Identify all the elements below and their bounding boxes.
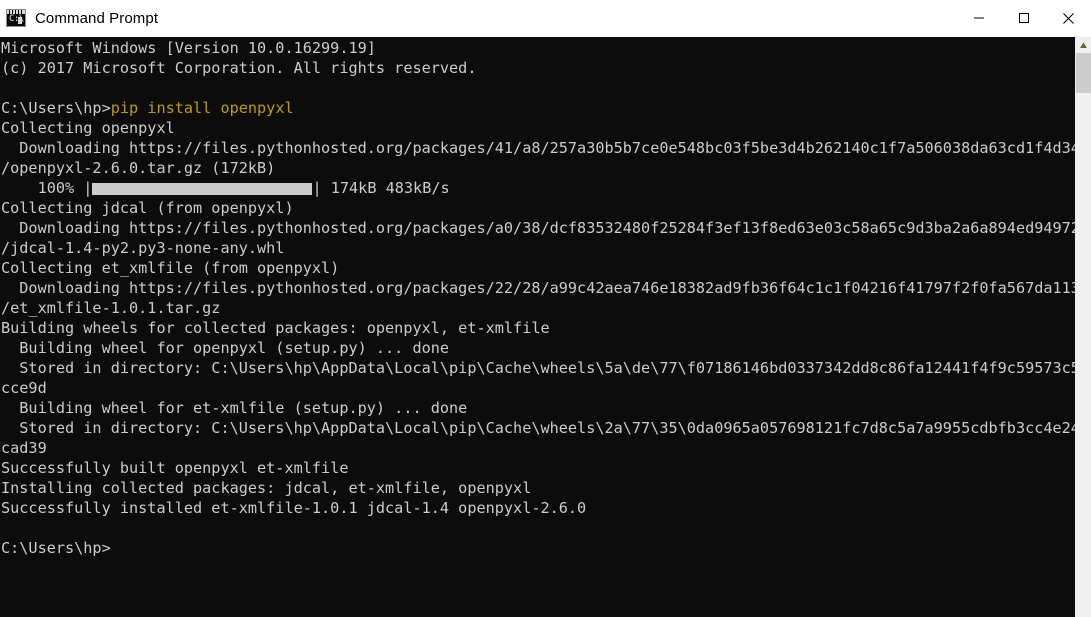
console-line: cce9d — [1, 378, 1075, 398]
maximize-icon — [1018, 13, 1029, 23]
scroll-up-button[interactable] — [1076, 37, 1091, 53]
console-line — [1, 78, 1075, 98]
window-controls — [956, 0, 1091, 36]
console-line-text: Successfully installed et-xmlfile-1.0.1 … — [1, 499, 587, 517]
command-prompt-window: C:\ Command Prompt Microsoft Windows [Ve… — [0, 0, 1091, 617]
console-line: (c) 2017 Microsoft Corporation. All righ… — [1, 58, 1075, 78]
window-title: Command Prompt — [35, 9, 159, 27]
console-line-text: cad39 — [1, 439, 47, 457]
console-line-text: Building wheel for openpyxl (setup.py) .… — [1, 339, 450, 357]
console-line: Stored in directory: C:\Users\hp\AppData… — [1, 358, 1075, 378]
console-line-text: Building wheels for collected packages: … — [1, 319, 550, 337]
console-line: /jdcal-1.4-py2.py3-none-any.whl — [1, 238, 1075, 258]
cmd-icon-caret — [18, 17, 22, 24]
console-line-text: (c) 2017 Microsoft Corporation. All righ… — [1, 59, 477, 77]
console-line-text: Collecting openpyxl — [1, 119, 175, 137]
console-line: Stored in directory: C:\Users\hp\AppData… — [1, 418, 1075, 438]
console-line: /et_xmlfile-1.0.1.tar.gz — [1, 298, 1075, 318]
console-line: C:\Users\hp> — [1, 538, 1075, 558]
console-line-text — [1, 79, 10, 97]
console-line: /openpyxl-2.6.0.tar.gz (172kB) — [1, 158, 1075, 178]
console-line-text: Stored in directory: C:\Users\hp\AppData… — [1, 359, 1075, 377]
console-line: Installing collected packages: jdcal, et… — [1, 478, 1075, 498]
console-line-text: Downloading https://files.pythonhosted.o… — [1, 219, 1075, 237]
console-line-text: Downloading https://files.pythonhosted.o… — [1, 279, 1075, 297]
scrollbar-track[interactable] — [1076, 53, 1091, 617]
console-line-text — [1, 519, 10, 537]
minimize-button[interactable] — [956, 0, 1001, 36]
console-line: 100% | | 174kB 483kB/s — [1, 178, 1075, 198]
progress-bar-open: | — [83, 179, 93, 197]
console-prompt: C:\Users\hp> — [1, 99, 111, 117]
console-line-text: Stored in directory: C:\Users\hp\AppData… — [1, 419, 1075, 437]
console-line-text: /openpyxl-2.6.0.tar.gz (172kB) — [1, 159, 276, 177]
console-line-text: Collecting jdcal (from openpyxl) — [1, 199, 294, 217]
title-bar-left: C:\ Command Prompt — [0, 9, 158, 27]
scroll-up-arrow-icon — [1080, 42, 1087, 48]
console-line — [1, 518, 1075, 538]
progress-bar-fill — [92, 183, 313, 195]
console-line: Downloading https://files.pythonhosted.o… — [1, 138, 1075, 158]
console-line: Successfully built openpyxl et-xmlfile — [1, 458, 1075, 478]
console-line: Successfully installed et-xmlfile-1.0.1 … — [1, 498, 1075, 518]
console-line: Building wheels for collected packages: … — [1, 318, 1075, 338]
console-line: Collecting openpyxl — [1, 118, 1075, 138]
console-output[interactable]: Microsoft Windows [Version 10.0.16299.19… — [0, 37, 1075, 617]
cmd-prompt-icon: C:\ — [6, 9, 26, 27]
console-line-text: Collecting et_xmlfile (from openpyxl) — [1, 259, 340, 277]
console-line: Building wheel for et-xmlfile (setup.py)… — [1, 398, 1075, 418]
progress-bar-close: | — [312, 179, 322, 197]
console-line: Collecting jdcal (from openpyxl) — [1, 198, 1075, 218]
console-line: Downloading https://files.pythonhosted.o… — [1, 218, 1075, 238]
console-line-text: Installing collected packages: jdcal, et… — [1, 479, 532, 497]
progress-percent: 100% — [1, 179, 84, 197]
console-line-text: Successfully built openpyxl et-xmlfile — [1, 459, 349, 477]
close-button[interactable] — [1046, 0, 1091, 36]
title-bar[interactable]: C:\ Command Prompt — [0, 0, 1091, 37]
console-line: Building wheel for openpyxl (setup.py) .… — [1, 338, 1075, 358]
maximize-button[interactable] — [1001, 0, 1046, 36]
console-line: Downloading https://files.pythonhosted.o… — [1, 278, 1075, 298]
progress-stats: 174kB 483kB/s — [321, 179, 450, 197]
console-command: pip install openpyxl — [110, 99, 294, 117]
minimize-icon — [973, 17, 984, 19]
console-area: Microsoft Windows [Version 10.0.16299.19… — [0, 37, 1091, 617]
scrollbar-thumb[interactable] — [1076, 53, 1091, 93]
close-icon — [1063, 12, 1074, 24]
console-line-text: /et_xmlfile-1.0.1.tar.gz — [1, 299, 221, 317]
console-line-text: C:\Users\hp> — [1, 539, 111, 557]
console-line-text: Microsoft Windows [Version 10.0.16299.19… — [1, 39, 376, 57]
console-line-text: cce9d — [1, 379, 47, 397]
console-line: cad39 — [1, 438, 1075, 458]
console-line: Microsoft Windows [Version 10.0.16299.19… — [1, 38, 1075, 58]
console-line-text: Building wheel for et-xmlfile (setup.py)… — [1, 399, 468, 417]
console-line: C:\Users\hp>pip install openpyxl — [1, 98, 1075, 118]
console-scrollbar[interactable] — [1075, 37, 1091, 617]
console-line-text: /jdcal-1.4-py2.py3-none-any.whl — [1, 239, 285, 257]
console-line: Collecting et_xmlfile (from openpyxl) — [1, 258, 1075, 278]
console-line-text: Downloading https://files.pythonhosted.o… — [1, 139, 1075, 157]
